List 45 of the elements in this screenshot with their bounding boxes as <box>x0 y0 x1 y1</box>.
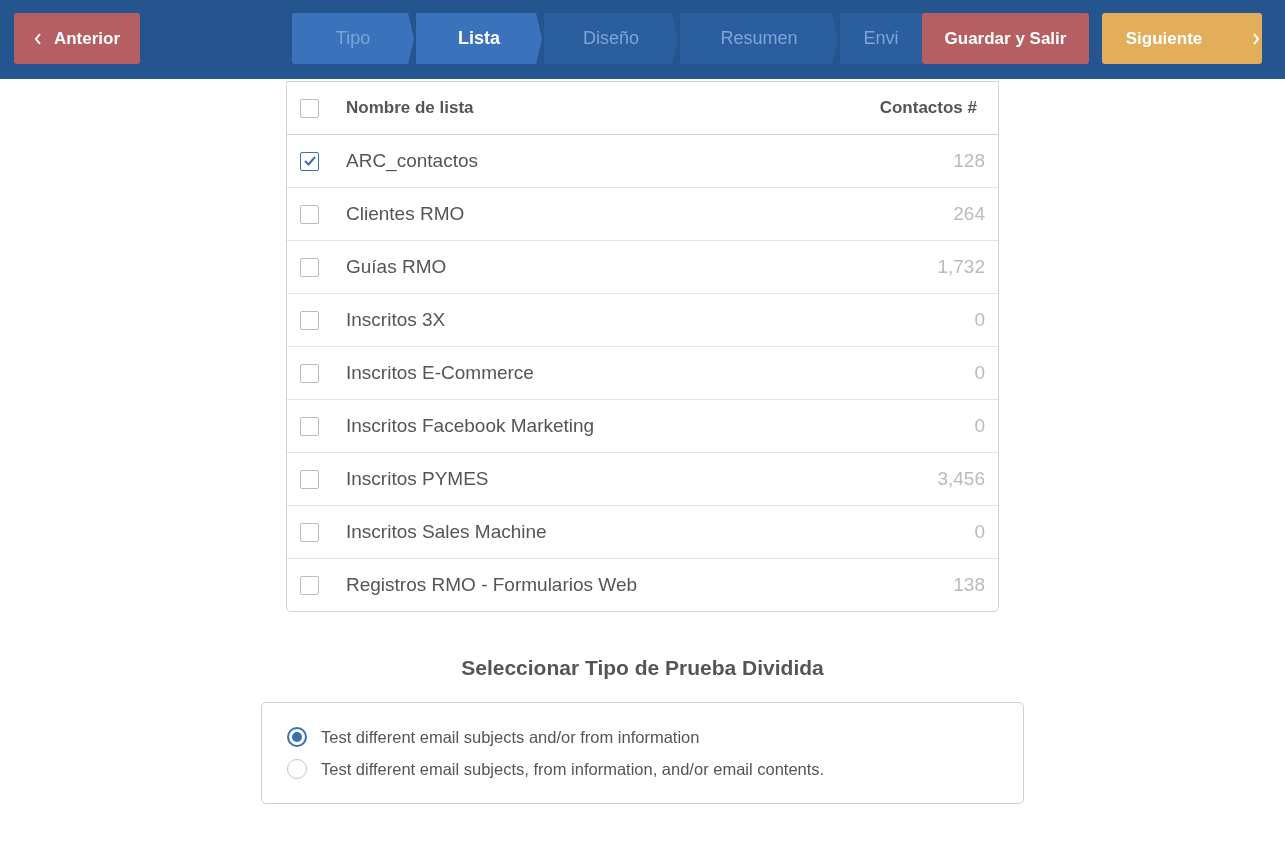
wizard-step[interactable]: Tipo <box>292 13 414 64</box>
column-header: Nombre de lista <box>346 98 475 118</box>
chevron-right-icon <box>1252 32 1261 45</box>
section-title: Seleccionar Tipo de Prueba Dividida <box>461 656 824 680</box>
wizard-step[interactable]: Resumen <box>680 13 838 64</box>
chevron-left-icon <box>33 32 42 45</box>
list-name: Registros RMO - Formularios Web <box>346 574 639 596</box>
contact-count: 0 <box>974 415 985 437</box>
list-name: Inscritos 3X <box>346 309 447 331</box>
save-exit-button[interactable]: Guardar y Salir <box>922 13 1089 64</box>
column-header: Contactos # <box>879 98 977 118</box>
list-name: Guías RMO <box>346 256 448 278</box>
back-button[interactable]: Anterior <box>14 13 140 64</box>
next-button[interactable]: Siguiente <box>1102 13 1262 64</box>
option-label: Test different email subjects and/or from information <box>321 727 700 747</box>
checkbox[interactable] <box>300 151 319 171</box>
list-name: Inscritos Facebook Marketing <box>346 415 596 437</box>
checkbox[interactable] <box>300 416 319 436</box>
checkbox[interactable] <box>300 522 319 542</box>
contact-count: 128 <box>953 150 985 172</box>
contact-count: 264 <box>953 203 985 225</box>
contact-count: 1,732 <box>937 256 985 278</box>
wizard-step[interactable]: Envi <box>840 13 922 64</box>
list-name: Inscritos PYMES <box>346 468 490 490</box>
radio-button[interactable] <box>287 727 307 747</box>
list-name: Clientes RMO <box>346 203 466 225</box>
check-icon <box>303 156 316 166</box>
checkbox[interactable] <box>300 310 319 330</box>
checkbox[interactable] <box>300 204 319 224</box>
list-name: Inscritos E-Commerce <box>346 362 535 384</box>
list-name: ARC_contactos <box>346 150 479 172</box>
contact-count: 0 <box>974 521 985 543</box>
option-label: Test different email subjects, from information, and/or email contents. <box>321 759 825 779</box>
checkbox[interactable] <box>300 469 319 489</box>
contact-count: 3,456 <box>937 468 985 490</box>
contact-count: 138 <box>953 574 985 596</box>
list-name: Inscritos Sales Machine <box>346 521 548 543</box>
wizard-step[interactable]: Lista <box>416 13 542 64</box>
checkbox[interactable] <box>300 575 319 595</box>
checkbox[interactable] <box>300 257 319 277</box>
checkbox[interactable] <box>300 363 319 383</box>
contact-count: 0 <box>974 309 985 331</box>
select-all-checkbox[interactable] <box>300 98 319 118</box>
wizard-step[interactable]: Diseño <box>544 13 678 64</box>
contact-count: 0 <box>974 362 985 384</box>
